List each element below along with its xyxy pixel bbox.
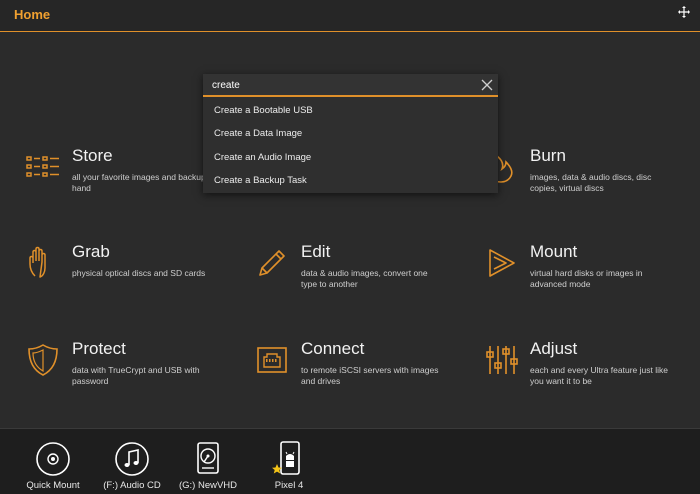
dock-item-pixel-4[interactable]: Pixel 4 — [249, 441, 329, 493]
tile-title: Mount — [530, 242, 578, 261]
tile-adjust[interactable]: Adjust each and every Ultra feature just… — [484, 339, 700, 399]
play-icon — [489, 249, 515, 277]
dock: Quick Mount (F:) Audio CD (G:) NewVHD Pi… — [0, 428, 700, 494]
suggestion-item[interactable]: Create a Bootable USB — [203, 99, 498, 122]
disc-icon — [36, 442, 70, 476]
search-box — [203, 74, 498, 97]
dock-item-label: (G:) NewVHD — [178, 480, 238, 491]
move-icon[interactable] — [678, 6, 690, 18]
dock-item-quick-mount[interactable]: Quick Mount — [13, 441, 93, 493]
dock-item-audio-cd[interactable]: (F:) Audio CD — [92, 441, 172, 493]
dock-item-label: Quick Mount — [26, 480, 80, 491]
list-icon — [26, 156, 59, 177]
tile-title: Protect — [72, 339, 126, 358]
sliders-icon — [486, 346, 518, 374]
shield-icon — [28, 344, 58, 376]
tile-title: Burn — [530, 146, 566, 165]
tile-title: Adjust — [530, 339, 578, 358]
pencil-icon — [259, 250, 285, 276]
dock-item-newvhd[interactable]: (G:) NewVHD — [168, 441, 248, 493]
tile-description: images, data & audio discs, disc copies,… — [530, 172, 652, 193]
tile-description: each and every Ultra feature just like y… — [530, 365, 668, 386]
tile-title: Edit — [301, 242, 331, 261]
tile-description: data & audio images, convert one type to… — [301, 268, 428, 289]
tile-grab[interactable]: Grab physical optical discs and SD cards — [26, 242, 251, 302]
hard-drive-icon — [197, 442, 219, 474]
top-bar: Home — [0, 0, 700, 32]
close-icon[interactable] — [481, 79, 493, 91]
music-note-icon — [115, 442, 149, 476]
tile-description: all your favorite images and backup hand — [72, 172, 206, 193]
search-input[interactable] — [212, 77, 472, 94]
tile-mount[interactable]: Mount virtual hard disks or images in ad… — [484, 242, 700, 302]
network-port-icon — [257, 347, 287, 373]
search-panel: Create a Bootable USB Create a Data Imag… — [203, 74, 498, 193]
tile-title: Grab — [72, 242, 110, 261]
suggestion-item[interactable]: Create a Data Image — [203, 122, 498, 145]
tile-burn[interactable]: Burn images, data & audio discs, disc co… — [484, 146, 700, 206]
tile-title: Store — [72, 146, 113, 165]
tile-protect[interactable]: Protect data with TrueCrypt and USB with… — [26, 339, 251, 399]
tile-description: virtual hard disks or images in advanced… — [530, 268, 643, 289]
tile-title: Connect — [301, 339, 365, 358]
tile-description: physical optical discs and SD cards — [72, 268, 206, 278]
tile-edit[interactable]: Edit data & audio images, convert one ty… — [255, 242, 480, 302]
suggestion-item[interactable]: Create an Audio Image — [203, 146, 498, 169]
tile-connect[interactable]: Connect to remote iSCSI servers with ima… — [255, 339, 480, 399]
tile-description: to remote iSCSI servers with images and … — [301, 365, 439, 386]
page-title: Home — [14, 7, 51, 22]
android-phone-icon — [272, 441, 300, 475]
hand-icon — [29, 246, 46, 278]
suggestion-item[interactable]: Create a Backup Task — [203, 169, 498, 192]
dock-item-label: (F:) Audio CD — [103, 480, 161, 491]
dock-item-label: Pixel 4 — [274, 480, 304, 491]
tile-description: data with TrueCrypt and USB with passwor… — [72, 365, 200, 386]
